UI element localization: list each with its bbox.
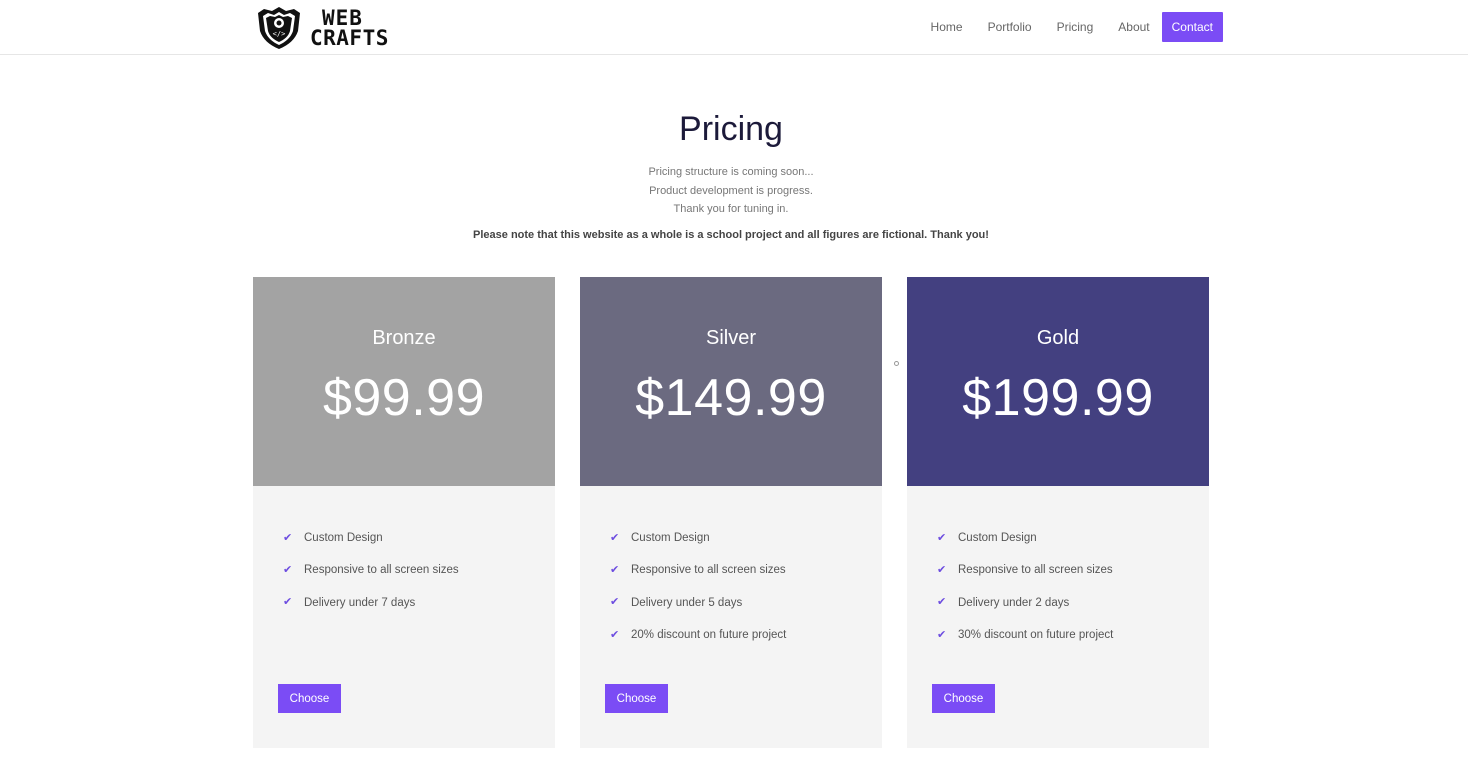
- feature-item: ✔ Custom Design: [610, 522, 882, 554]
- nav-portfolio[interactable]: Portfolio: [988, 12, 1032, 42]
- check-icon: ✔: [610, 596, 620, 609]
- feature-label: Custom Design: [958, 532, 1037, 545]
- feature-item: ✔ Responsive to all screen sizes: [610, 554, 882, 586]
- plan-price: $149.99: [635, 369, 827, 427]
- pricing-plans: Bronze $99.99 ✔ Custom Design ✔ Responsive…: [253, 277, 1209, 748]
- feature-item: ✔ 30% discount on future project: [937, 619, 1209, 651]
- shield-badge-icon: </>: [258, 7, 300, 49]
- feature-item: ✔ Custom Design: [283, 522, 555, 554]
- feature-item: ✔ Delivery under 5 days: [610, 587, 882, 619]
- plan-header: Bronze $99.99: [253, 277, 555, 486]
- plan-card-silver: Silver $149.99 ✔ Custom Design ✔ Responsiv…: [580, 277, 882, 748]
- feature-label: Custom Design: [304, 532, 383, 545]
- plan-features: ✔ Custom Design ✔ Responsive to all screen…: [580, 486, 882, 748]
- check-icon: ✔: [610, 531, 620, 544]
- intro-line-1: Pricing structure is coming soon...: [648, 166, 814, 178]
- svg-text:</>: </>: [273, 30, 286, 38]
- brand-line-2: CRAFTS: [310, 26, 389, 50]
- page-title: Pricing: [679, 110, 783, 148]
- nav-contact-button[interactable]: Contact: [1161, 12, 1223, 42]
- feature-label: Delivery under 2 days: [958, 596, 1070, 609]
- check-icon: ✔: [283, 596, 293, 609]
- choose-gold-button[interactable]: Choose: [932, 684, 995, 713]
- site-header: </> WEB CRAFTS Home Portfolio Pricing Ab…: [0, 0, 1468, 55]
- check-icon: ✔: [937, 596, 947, 609]
- pricing-intro: Pricing Pricing structure is coming soon…: [0, 110, 1462, 241]
- brand-line-1: WEB: [322, 6, 363, 30]
- plan-features: ✔ Custom Design ✔ Responsive to all screen…: [253, 486, 555, 748]
- check-icon: ✔: [937, 628, 947, 641]
- main-nav: Home Portfolio Pricing About Contact: [906, 12, 1223, 42]
- plan-price: $199.99: [962, 369, 1154, 427]
- check-icon: ✔: [610, 628, 620, 641]
- feature-label: Responsive to all screen sizes: [631, 564, 786, 577]
- feature-label: Delivery under 5 days: [631, 596, 743, 609]
- site-logo[interactable]: </> WEB CRAFTS: [254, 4, 389, 52]
- feature-item: ✔ 20% discount on future project: [610, 619, 882, 651]
- choose-silver-button[interactable]: Choose: [605, 684, 668, 713]
- feature-item: ✔ Delivery under 7 days: [283, 587, 555, 619]
- check-icon: ✔: [283, 563, 293, 576]
- plan-name: Gold: [1036, 327, 1080, 349]
- plan-header: Silver $149.99: [580, 277, 882, 486]
- feature-label: Custom Design: [631, 532, 710, 545]
- feature-item: ✔ Delivery under 2 days: [937, 587, 1209, 619]
- plan-header: Gold $199.99: [907, 277, 1209, 486]
- feature-label: Responsive to all screen sizes: [304, 564, 459, 577]
- nav-home[interactable]: Home: [931, 12, 963, 42]
- disclaimer-note: Please note that this website as a whole…: [473, 228, 989, 241]
- check-icon: ✔: [937, 563, 947, 576]
- feature-item: ✔ Custom Design: [937, 522, 1209, 554]
- check-icon: ✔: [283, 531, 293, 544]
- plan-features: ✔ Custom Design ✔ Responsive to all screen…: [907, 486, 1209, 748]
- plan-name: Silver: [705, 327, 756, 349]
- feature-item: ✔ Responsive to all screen sizes: [937, 554, 1209, 586]
- intro-line-3: Thank you for tuning in.: [673, 203, 789, 215]
- feature-label: Delivery under 7 days: [304, 596, 416, 609]
- brand-name: WEB CRAFTS: [310, 6, 389, 50]
- intro-line-2: Product development is progress.: [649, 184, 813, 197]
- plan-card-gold: Gold $199.99 ✔ Custom Design ✔ Responsive …: [907, 277, 1209, 748]
- feature-label: 30% discount on future project: [958, 629, 1114, 642]
- nav-about[interactable]: About: [1118, 12, 1149, 42]
- plan-price: $99.99: [322, 369, 486, 427]
- plan-name: Bronze: [372, 327, 436, 349]
- plan-card-bronze: Bronze $99.99 ✔ Custom Design ✔ Responsive…: [253, 277, 555, 748]
- nav-pricing[interactable]: Pricing: [1057, 12, 1094, 42]
- feature-item: ✔ Responsive to all screen sizes: [283, 554, 555, 586]
- feature-label: Responsive to all screen sizes: [958, 564, 1113, 577]
- choose-bronze-button[interactable]: Choose: [278, 684, 341, 713]
- feature-label: 20% discount on future project: [631, 629, 787, 642]
- check-icon: ✔: [937, 531, 947, 544]
- check-icon: ✔: [610, 563, 620, 576]
